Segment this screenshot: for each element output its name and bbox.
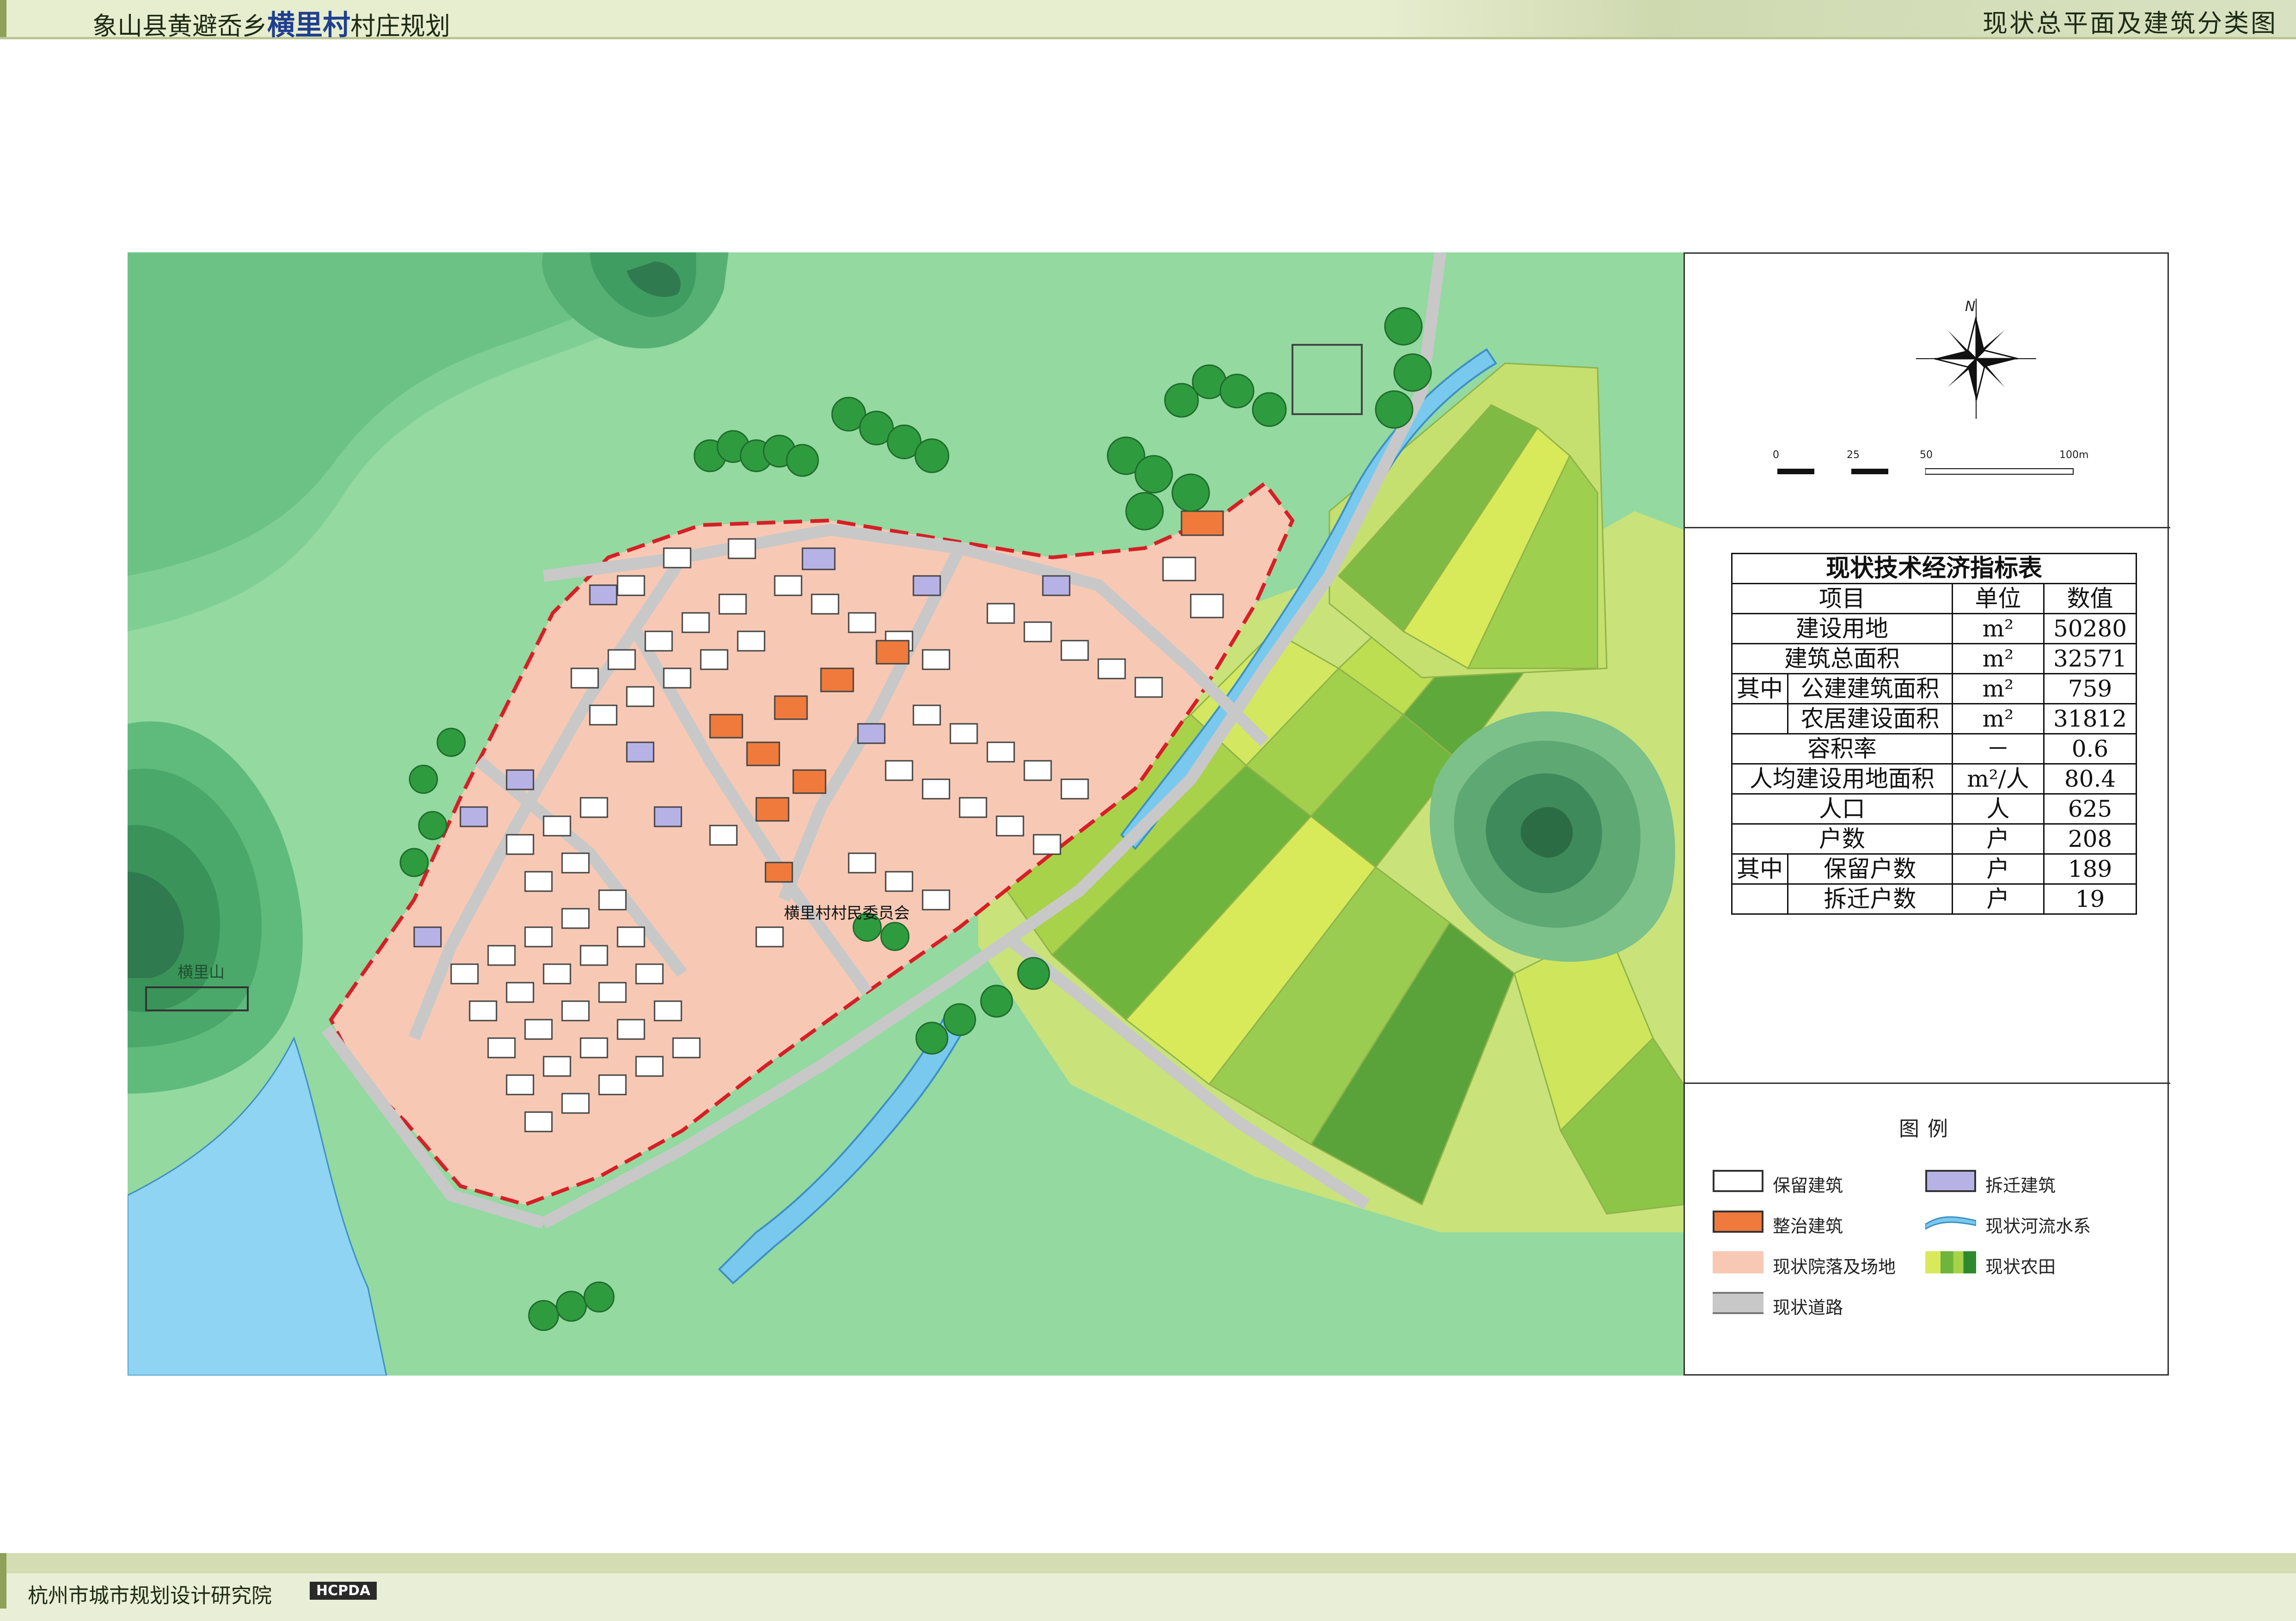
project-title: 象山县黄避岙乡横里村村庄规划 — [92, 3, 450, 43]
header-item: 项目 — [1731, 583, 1953, 614]
table-title-row: 现状技术经济指标表 — [1731, 553, 2137, 584]
panel-divider-1 — [1685, 527, 2170, 528]
row-unit: m² — [1951, 703, 2045, 734]
footer-band: 杭州市城市规划设计研究院 HCPDA — [0, 1553, 2296, 1621]
mountain-label: 横里山 — [178, 963, 225, 982]
row-group-spacer — [1733, 885, 1788, 913]
table-row: 户数 户 208 — [1731, 823, 2137, 855]
row-item: 容积率 — [1731, 733, 1953, 765]
header-unit: 单位 — [1951, 583, 2045, 614]
scale-tick-100: 100m — [2059, 449, 2089, 461]
courtyard-icon — [1713, 1251, 1763, 1273]
header-value: 数值 — [2043, 583, 2137, 614]
farmland-icon — [1925, 1251, 1976, 1273]
legend-label-farmland: 现状农田 — [1985, 1257, 2056, 1277]
scale-tick-50: 50 — [1920, 449, 1933, 461]
renovated-building-icon — [1713, 1211, 1763, 1233]
row-item: 户数 — [1731, 823, 1953, 855]
row-unit: 人 — [1951, 793, 2045, 825]
row-value: 759 — [2043, 673, 2137, 704]
header-accent-bar — [0, 0, 6, 37]
panel-divider-2 — [1685, 1083, 2170, 1084]
row-unit: 户 — [1951, 883, 2045, 915]
organization-name: 杭州市城市规划设计研究院 — [28, 1584, 272, 1608]
row-value: 625 — [2043, 793, 2137, 825]
organization-badge: HCPDA — [310, 1582, 377, 1600]
table-row: 人口 人 625 — [1731, 793, 2137, 825]
table-row: 建设用地 m² 50280 — [1731, 613, 2137, 644]
row-item: 保留户数 — [1824, 856, 1916, 882]
title-suffix: 村庄规划 — [350, 12, 450, 41]
row-value: 0.6 — [2043, 733, 2137, 765]
row-item: 拆迁户数 — [1824, 886, 1916, 912]
row-unit: m²/人 — [1951, 763, 2045, 795]
row-item: 人口 — [1731, 793, 1953, 825]
row-unit: m² — [1951, 673, 2045, 704]
table-row: 农居建设面积 m² 31812 — [1731, 703, 2137, 734]
table-header-row: 项目 单位 数值 — [1731, 583, 2137, 614]
drawing-name: 现状总平面及建筑分类图 — [1983, 9, 2278, 38]
row-value: 32571 — [2043, 643, 2137, 674]
scale-tick-25: 25 — [1847, 449, 1860, 461]
row-value: 19 — [2043, 883, 2137, 915]
road-icon — [1713, 1292, 1763, 1314]
demolished-building-icon — [1925, 1170, 1976, 1192]
row-item: 公建建筑面积 — [1800, 675, 1940, 702]
row-item: 建筑总面积 — [1731, 643, 1953, 674]
retained-building-icon — [1713, 1170, 1763, 1192]
row-value: 189 — [2043, 853, 2137, 885]
legend-label-road: 现状道路 — [1773, 1297, 1843, 1318]
sports-field — [1292, 344, 1363, 415]
table-row: 容积率 － 0.6 — [1731, 733, 2137, 765]
legend-label-renovated: 整治建筑 — [1773, 1216, 1843, 1236]
header-band: 象山县黄避岙乡横里村村庄规划 现状总平面及建筑分类图 — [0, 0, 2296, 42]
legend-label-retained: 保留建筑 — [1773, 1175, 1843, 1196]
row-item-grouped: 拆迁户数 — [1731, 883, 1953, 915]
legend-title: 图例 — [1899, 1117, 1956, 1141]
row-unit: m² — [1951, 613, 2045, 644]
row-value: 208 — [2043, 823, 2137, 855]
legend-label-courtyard: 现状院落及场地 — [1773, 1257, 1896, 1277]
title-prefix: 象山县黄避岙乡 — [92, 12, 267, 41]
table-row: 其中 公建建筑面积 m² 759 — [1731, 673, 2137, 704]
table-title: 现状技术经济指标表 — [1731, 553, 2137, 584]
row-value: 31812 — [2043, 703, 2137, 734]
row-item-grouped: 其中 保留户数 — [1731, 853, 1953, 885]
scale-tick-0: 0 — [1773, 449, 1779, 461]
title-village-name: 横里村 — [267, 9, 350, 42]
info-panel: N 0 25 50 100m 现状技术经济指标表 项目 单位 数值 建设用地 m… — [1684, 252, 2170, 1376]
row-group-label: 其中 — [1733, 675, 1788, 703]
table-row: 拆迁户数 户 19 — [1731, 883, 2137, 915]
site-plan-map[interactable]: 横里村村民委员会 横里山 — [128, 252, 1684, 1376]
row-unit: 户 — [1951, 823, 2045, 855]
site-plan-svg — [128, 252, 1684, 1376]
row-group-spacer — [1733, 705, 1788, 733]
row-value: 80.4 — [2043, 763, 2137, 795]
row-unit: 户 — [1951, 853, 2045, 885]
legend-label-demolished: 拆迁建筑 — [1985, 1175, 2056, 1196]
compass-rose-icon — [1916, 299, 2036, 419]
village-committee-label: 横里村村民委员会 — [784, 904, 910, 923]
compass-north-label: N — [1965, 299, 1976, 315]
footer-stripe — [0, 1553, 2296, 1573]
footer-accent-bar — [0, 1553, 6, 1609]
legend-label-river: 现状河流水系 — [1985, 1216, 2091, 1236]
row-item-grouped: 其中 公建建筑面积 — [1731, 673, 1953, 704]
row-item: 建设用地 — [1731, 613, 1953, 644]
river-icon — [1924, 1211, 1977, 1233]
row-value: 50280 — [2043, 613, 2137, 644]
row-item: 人均建设用地面积 — [1731, 763, 1953, 795]
row-unit: － — [1951, 733, 2045, 765]
index-table: 现状技术经济指标表 项目 单位 数值 建设用地 m² 50280 建筑总面积 m… — [1731, 553, 2137, 915]
table-row: 其中 保留户数 户 189 — [1731, 853, 2137, 885]
row-item: 农居建设面积 — [1800, 705, 1940, 732]
table-row: 人均建设用地面积 m²/人 80.4 — [1731, 763, 2137, 795]
row-group-label: 其中 — [1733, 855, 1788, 883]
row-item-grouped: 农居建设面积 — [1731, 703, 1953, 734]
scale-bar-icon — [1777, 468, 2074, 475]
table-row: 建筑总面积 m² 32571 — [1731, 643, 2137, 674]
row-unit: m² — [1951, 643, 2045, 674]
